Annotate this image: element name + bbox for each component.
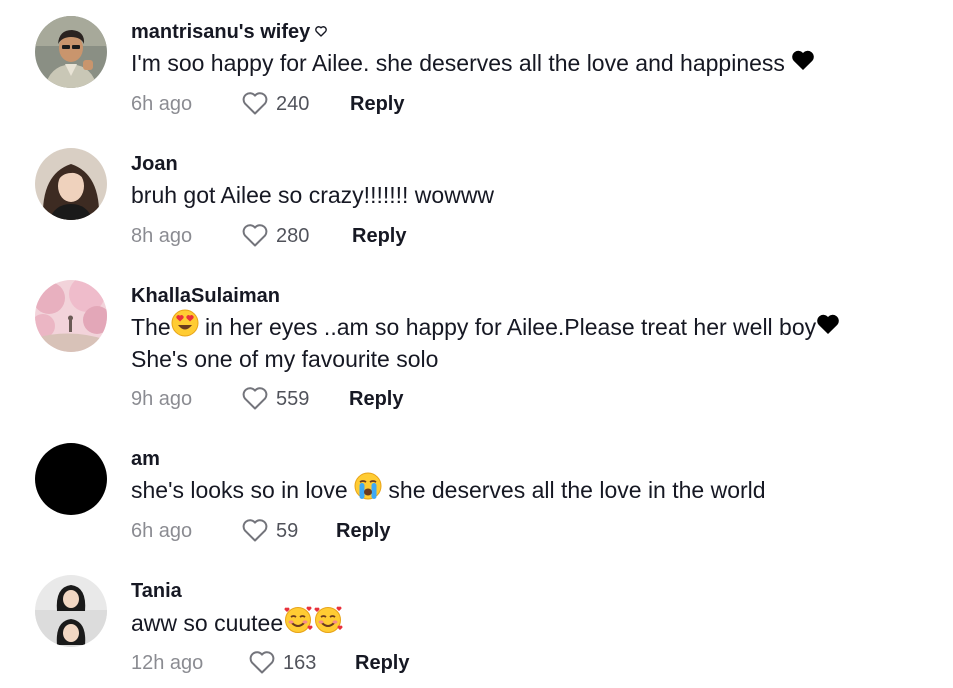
reply-button[interactable]: Reply xyxy=(349,384,403,414)
username[interactable]: am xyxy=(131,447,160,471)
username[interactable]: KhallaSulaiman xyxy=(131,284,280,308)
comment-timestamp: 6h ago xyxy=(131,93,193,115)
comment-timestamp: 12h ago xyxy=(131,652,204,674)
comment-text: she's looks so in love she deserves all … xyxy=(131,472,766,510)
reply-button[interactable]: Reply xyxy=(336,516,390,546)
smiling-face-with-heart-eyes-emoji xyxy=(171,309,199,345)
comment-text-part: in her eyes ..am so happy for Ailee.Plea… xyxy=(198,314,817,341)
black-heart-emoji xyxy=(816,311,840,343)
comment-item: Tania aww so cuutee 12h ago 163 Reply xyxy=(0,559,953,688)
comment-text: bruh got Ailee so crazy!!!!!!! wowww xyxy=(131,182,495,208)
reply-button[interactable]: Reply xyxy=(352,221,406,251)
comment-text-part: she deserves all the love in the world xyxy=(382,477,766,504)
avatar[interactable] xyxy=(35,443,107,515)
comment-timestamp: 8h ago xyxy=(131,225,193,247)
avatar[interactable] xyxy=(35,280,107,352)
avatar-photo-man-icon xyxy=(35,16,107,88)
avatar-photo-two-hijab-women-icon xyxy=(35,575,107,647)
heart-outline-icon xyxy=(242,224,268,247)
comment-meta: 9h ago 559 Reply xyxy=(131,384,531,414)
comment-text-content: aww so cuutee xyxy=(131,610,284,637)
like-count: 240 xyxy=(276,93,310,115)
loudly-crying-face-emoji xyxy=(354,472,382,508)
username-text: mantrisanu's wifey xyxy=(131,21,311,43)
heart-outline-icon xyxy=(242,387,268,410)
comment-item: KhallaSulaiman The in her eyes ..am so h… xyxy=(0,264,953,424)
reply-button[interactable]: Reply xyxy=(350,89,404,119)
comment-text: The in her eyes ..am so happy for Ailee.… xyxy=(131,309,840,347)
like-count: 163 xyxy=(283,652,317,674)
smiling-face-with-hearts-emoji xyxy=(283,604,313,642)
heart-outline-icon xyxy=(242,92,268,115)
avatar[interactable] xyxy=(35,16,107,88)
comment-text-part: she's looks so in love xyxy=(131,477,355,504)
avatar[interactable] xyxy=(35,575,107,647)
comment-text: I'm soo happy for Ailee. she deserves al… xyxy=(131,47,815,81)
username[interactable]: Tania xyxy=(131,579,182,603)
like-count: 59 xyxy=(276,520,299,542)
heart-outline-icon xyxy=(242,519,268,542)
avatar-photo-cherry-blossom-icon xyxy=(35,280,107,352)
black-heart-emoji xyxy=(791,47,815,79)
comment-item: Joan bruh got Ailee so crazy!!!!!!! woww… xyxy=(0,132,953,262)
username[interactable]: Joan xyxy=(131,152,178,176)
avatar-black-icon xyxy=(35,443,107,515)
comment-text-line-2: She's one of my favourite solo xyxy=(131,346,439,372)
username[interactable]: mantrisanu's wifey xyxy=(131,20,328,45)
comment-meta: 6h ago 59 Reply xyxy=(131,516,531,546)
comment-timestamp: 9h ago xyxy=(131,388,193,410)
comment-meta: 6h ago 240 Reply xyxy=(131,89,531,119)
small-heart-outline-icon xyxy=(314,20,328,44)
comment-text-part: The xyxy=(131,314,171,341)
comment-meta: 12h ago 163 Reply xyxy=(131,648,531,678)
avatar-photo-woman-icon xyxy=(35,148,107,220)
like-count: 280 xyxy=(276,225,310,247)
avatar[interactable] xyxy=(35,148,107,220)
comment-text-content: I'm soo happy for Ailee. she deserves al… xyxy=(131,50,785,76)
reply-button[interactable]: Reply xyxy=(355,648,409,678)
comment-timestamp: 6h ago xyxy=(131,520,193,542)
comment-item: mantrisanu's wifey I'm soo happy for Ail… xyxy=(0,0,953,130)
comment-meta: 8h ago 280 Reply xyxy=(131,221,531,251)
heart-outline-icon xyxy=(249,651,275,674)
like-count: 559 xyxy=(276,388,310,410)
smiling-face-with-hearts-emoji xyxy=(313,604,343,642)
comment-text: aww so cuutee xyxy=(131,606,343,644)
comment-item: am she's looks so in love she deserves a… xyxy=(0,427,953,557)
